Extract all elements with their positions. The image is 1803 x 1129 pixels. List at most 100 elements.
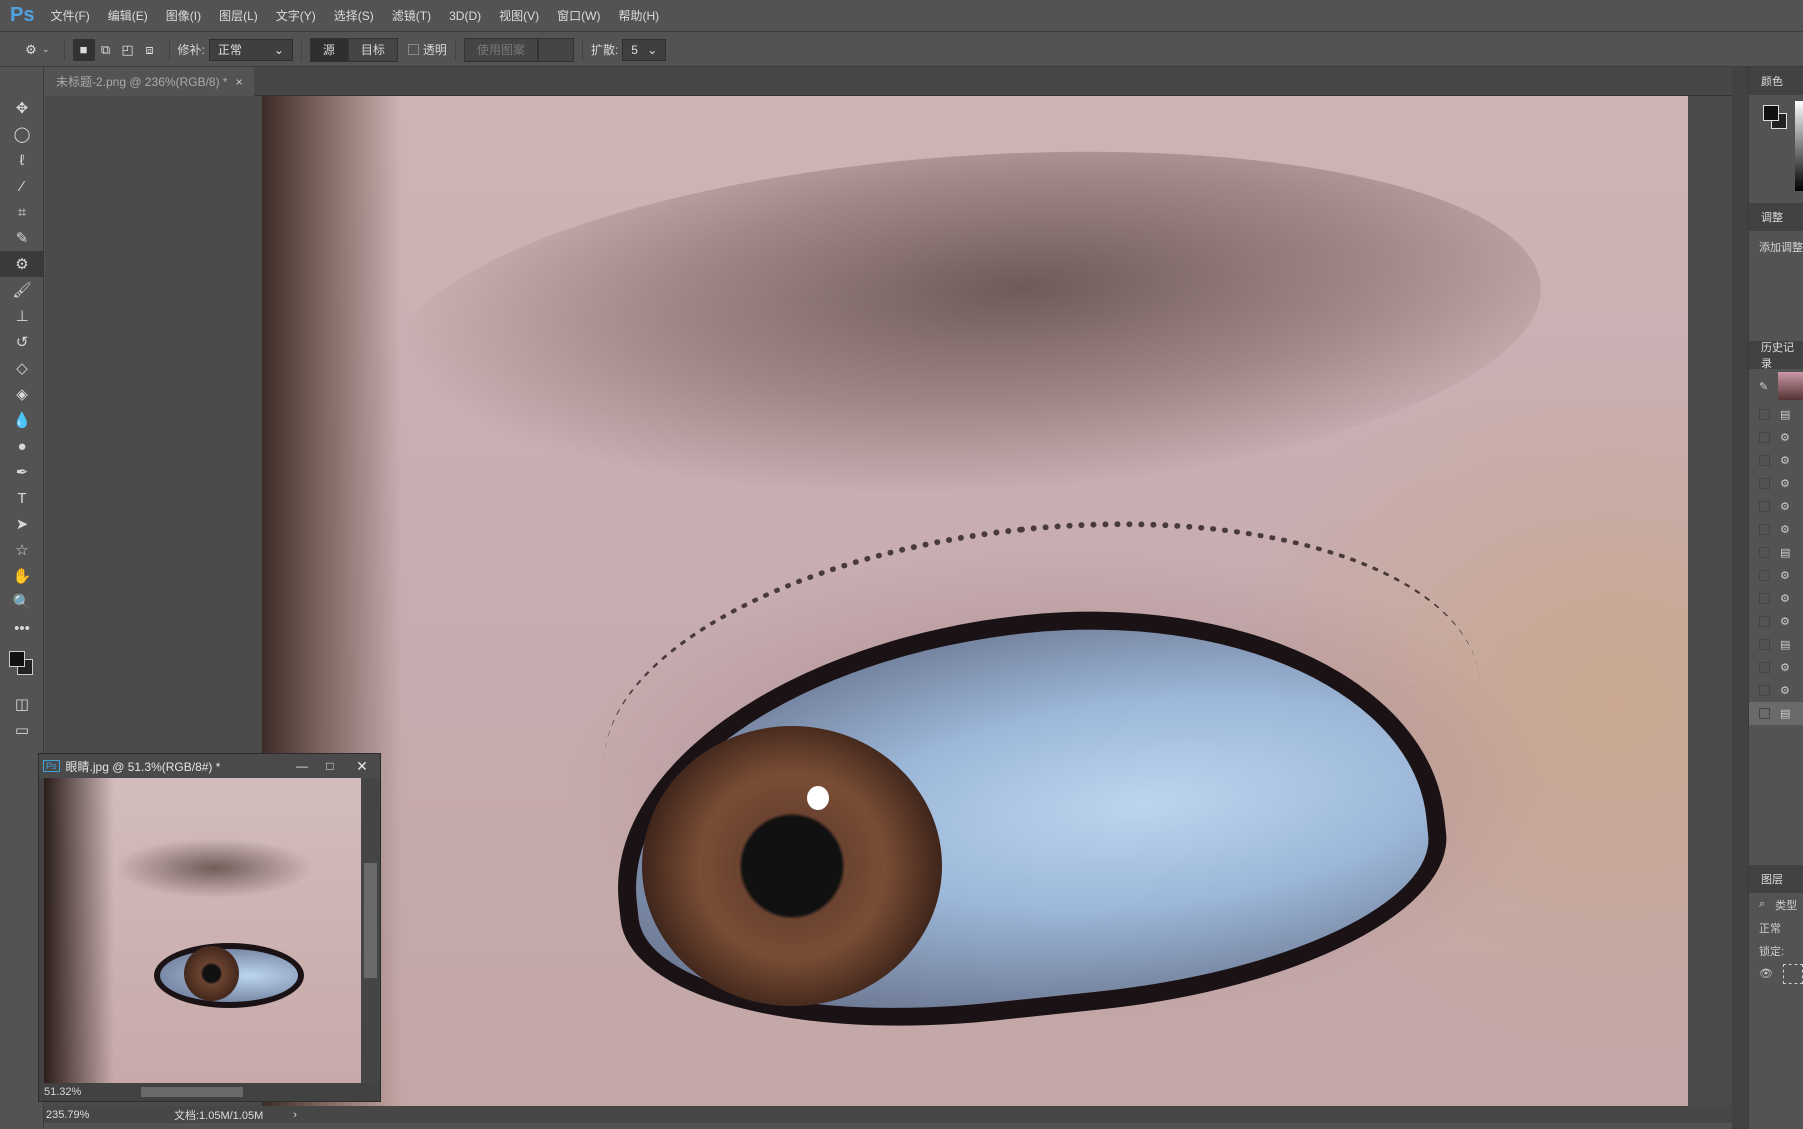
history-item[interactable]: ⚙ xyxy=(1749,564,1803,587)
history-source-checkbox[interactable] xyxy=(1759,547,1770,558)
horizontal-scrollbar[interactable] xyxy=(141,1087,244,1097)
history-brush-icon[interactable]: ↺ xyxy=(0,329,44,355)
screen-mode-icon[interactable]: ▭ xyxy=(0,717,44,743)
zoom-icon[interactable]: 🔍 xyxy=(0,589,44,615)
blur-icon[interactable]: 💧 xyxy=(0,407,44,433)
color-ramp[interactable] xyxy=(1795,101,1803,191)
intersect-selection-icon[interactable]: ⧈ xyxy=(139,39,161,61)
color-panel-tab[interactable]: 颜色 xyxy=(1749,67,1803,95)
move-icon[interactable]: ✥ xyxy=(0,95,44,121)
color-swatches[interactable] xyxy=(0,641,43,691)
menu-type[interactable]: 文字(Y) xyxy=(276,7,316,24)
patch-tool-preset-icon[interactable]: ⚙ xyxy=(20,39,42,61)
quick-mask-icon[interactable]: ◫ xyxy=(0,691,44,717)
chevron-down-icon[interactable]: ⌄ xyxy=(42,44,50,55)
menu-edit[interactable]: 编辑(E) xyxy=(108,7,148,24)
document-tab[interactable]: 未标题-2.png @ 236%(RGB/8) * × xyxy=(44,67,254,96)
paint-bucket-icon[interactable]: ◈ xyxy=(0,381,44,407)
brush-icon[interactable]: 🖌 xyxy=(0,277,44,303)
add-selection-icon[interactable]: ⧉ xyxy=(95,39,117,61)
history-source-checkbox[interactable] xyxy=(1759,501,1770,512)
history-item[interactable]: ⚙ xyxy=(1749,449,1803,472)
menu-layer[interactable]: 图层(L) xyxy=(219,7,258,24)
history-source-checkbox[interactable] xyxy=(1759,639,1770,650)
layers-panel-tab[interactable]: 图层 xyxy=(1749,865,1803,893)
history-source-checkbox[interactable] xyxy=(1759,432,1770,443)
zoom-level[interactable]: 235.79% xyxy=(46,1109,126,1121)
floating-window-titlebar[interactable]: Ps 眼睛.jpg @ 51.3%(RGB/8#) * — □ ✕ xyxy=(39,754,380,778)
history-item[interactable]: ⚙ xyxy=(1749,426,1803,449)
subtract-selection-icon[interactable]: ◰ xyxy=(117,39,139,61)
foreground-color[interactable] xyxy=(1763,105,1779,121)
target-button[interactable]: 目标 xyxy=(347,37,398,62)
history-source-checkbox[interactable] xyxy=(1759,593,1770,604)
type-icon[interactable]: T xyxy=(0,485,44,511)
history-snapshot[interactable]: ✎ xyxy=(1749,369,1803,403)
history-item[interactable]: ⚙ xyxy=(1749,472,1803,495)
menu-select[interactable]: 选择(S) xyxy=(334,7,374,24)
history-source-checkbox[interactable] xyxy=(1759,524,1770,535)
history-panel-tab[interactable]: 历史记录 xyxy=(1749,341,1803,370)
floating-document-image[interactable] xyxy=(44,778,361,1083)
history-item[interactable]: ⚙ xyxy=(1749,656,1803,679)
use-pattern-button[interactable]: 使用图案 xyxy=(463,37,538,62)
history-source-checkbox[interactable] xyxy=(1759,409,1770,420)
history-source-checkbox[interactable] xyxy=(1759,455,1770,466)
lasso-icon[interactable]: ℓ xyxy=(0,147,44,173)
transparent-checkbox[interactable] xyxy=(407,44,419,55)
history-source-checkbox[interactable] xyxy=(1759,616,1770,627)
diffuse-select[interactable]: 5 ⌄ xyxy=(622,38,667,61)
history-source-checkbox[interactable] xyxy=(1759,685,1770,696)
menu-filter[interactable]: 滤镜(T) xyxy=(392,7,431,24)
pen-icon[interactable]: ✒ xyxy=(0,459,44,485)
document-canvas[interactable] xyxy=(262,96,1688,1106)
adjustments-panel-tab[interactable]: 调整 xyxy=(1749,203,1803,231)
menu-window[interactable]: 窗口(W) xyxy=(557,7,600,24)
history-item[interactable]: ▤ xyxy=(1749,403,1803,426)
maximize-icon[interactable]: □ xyxy=(316,759,344,773)
shape-icon[interactable]: ☆ xyxy=(0,537,44,563)
pattern-picker[interactable] xyxy=(537,37,574,62)
eyedropper-icon[interactable]: ✎ xyxy=(0,225,44,251)
history-source-checkbox[interactable] xyxy=(1759,708,1770,719)
magic-wand-icon[interactable]: ⁄ xyxy=(0,173,44,199)
more-icon[interactable]: ••• xyxy=(0,615,44,641)
crop-icon[interactable]: ⌗ xyxy=(0,199,44,225)
history-item[interactable]: ⚙ xyxy=(1749,679,1803,702)
floating-zoom-level[interactable]: 51.32% xyxy=(44,1086,81,1098)
hand-icon[interactable]: ✋ xyxy=(0,563,44,589)
history-item[interactable]: ⚙ xyxy=(1749,518,1803,541)
menu-help[interactable]: 帮助(H) xyxy=(618,7,659,24)
menu-file[interactable]: 文件(F) xyxy=(50,7,89,24)
path-select-icon[interactable]: ➤ xyxy=(0,511,44,537)
patch-icon[interactable]: ⚙ xyxy=(0,251,44,277)
layer-row[interactable]: 👁 xyxy=(1749,962,1803,985)
history-source-checkbox[interactable] xyxy=(1759,478,1770,489)
menu-3d[interactable]: 3D(D) xyxy=(449,9,481,23)
vertical-scrollbar[interactable] xyxy=(361,778,380,1083)
minimize-icon[interactable]: — xyxy=(288,759,316,773)
history-source-checkbox[interactable] xyxy=(1759,662,1770,673)
close-icon[interactable]: × xyxy=(236,75,243,89)
floating-document-window[interactable]: Ps 眼睛.jpg @ 51.3%(RGB/8#) * — □ ✕ 51.32% xyxy=(38,753,381,1102)
history-item[interactable]: ▤ xyxy=(1749,633,1803,656)
source-button[interactable]: 源 xyxy=(309,37,348,62)
history-item[interactable]: ▤ xyxy=(1749,702,1803,725)
ellipse-marquee-icon[interactable]: ◯ xyxy=(0,121,44,147)
menu-view[interactable]: 视图(V) xyxy=(499,7,539,24)
eraser-icon[interactable]: ◇ xyxy=(0,355,44,381)
history-item[interactable]: ▤ xyxy=(1749,541,1803,564)
chevron-right-icon[interactable]: › xyxy=(293,1109,297,1121)
eye-icon[interactable]: 👁 xyxy=(1759,967,1773,980)
patch-mode-select[interactable]: 正常 ⌄ xyxy=(208,38,293,61)
history-source-checkbox[interactable] xyxy=(1759,570,1770,581)
blend-mode-select[interactable]: 正常 xyxy=(1749,916,1803,939)
menu-image[interactable]: 图像(I) xyxy=(166,7,201,24)
history-item[interactable]: ⚙ xyxy=(1749,495,1803,518)
close-icon[interactable]: ✕ xyxy=(344,758,380,775)
history-item[interactable]: ⚙ xyxy=(1749,610,1803,633)
history-item[interactable]: ⚙ xyxy=(1749,587,1803,610)
foreground-color[interactable] xyxy=(9,651,25,667)
stamp-icon[interactable]: ⊥ xyxy=(0,303,44,329)
layers-search[interactable]: ⌕ 类型 xyxy=(1749,893,1803,916)
